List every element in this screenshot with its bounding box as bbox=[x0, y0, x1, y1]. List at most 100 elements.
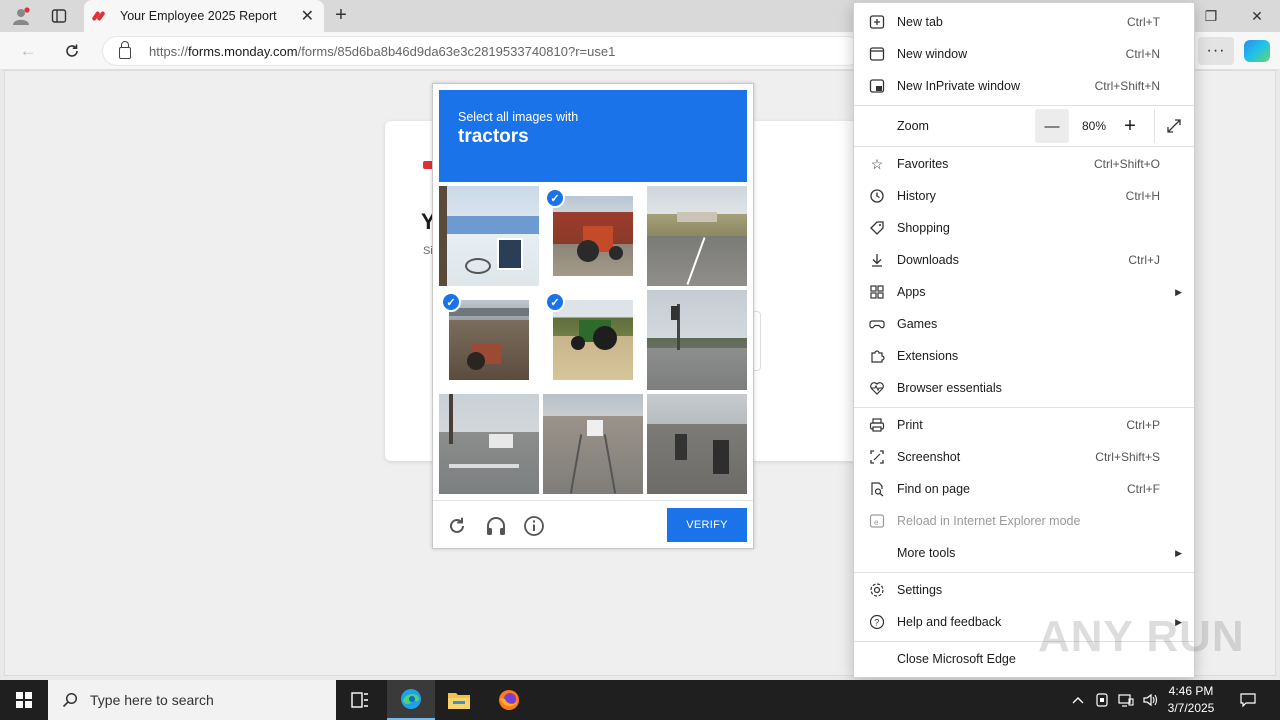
captcha-target: tractors bbox=[458, 126, 529, 147]
browser-tab[interactable]: Your Employee 2025 Report ✕ bbox=[84, 0, 324, 32]
screenshot-icon bbox=[868, 448, 886, 466]
task-view-icon[interactable] bbox=[336, 680, 384, 720]
menu-apps[interactable]: Apps ▶ bbox=[854, 276, 1194, 308]
menu-favorites[interactable]: ☆ Favorites Ctrl+Shift+O bbox=[854, 148, 1194, 180]
submenu-arrow-icon: ▶ bbox=[1175, 547, 1182, 558]
search-icon bbox=[62, 692, 78, 708]
menu-separator bbox=[854, 105, 1194, 106]
apps-icon bbox=[868, 283, 886, 301]
captcha-divider bbox=[433, 500, 753, 501]
search-placeholder: Type here to search bbox=[90, 692, 214, 708]
menu-more-tools[interactable]: More tools ▶ bbox=[854, 537, 1194, 569]
settings-and-more-button[interactable]: ··· bbox=[1198, 37, 1234, 65]
notifications-icon[interactable] bbox=[1234, 680, 1262, 720]
menu-downloads[interactable]: Downloads Ctrl+J bbox=[854, 244, 1194, 276]
menu-new-tab[interactable]: New tab Ctrl+T bbox=[854, 6, 1194, 38]
windows-logo-icon bbox=[16, 692, 32, 708]
menu-new-window[interactable]: New window Ctrl+N bbox=[854, 38, 1194, 70]
menu-extensions[interactable]: Extensions bbox=[854, 340, 1194, 372]
zoom-out-button[interactable]: — bbox=[1035, 109, 1069, 143]
system-clock[interactable]: 4:46 PM 3/7/2025 bbox=[1160, 683, 1222, 717]
gear-icon bbox=[868, 581, 886, 599]
monday-favicon-icon bbox=[91, 9, 108, 23]
ie-mode-icon: e bbox=[868, 512, 886, 530]
captcha-tile-6[interactable] bbox=[647, 290, 747, 390]
clock-date: 3/7/2025 bbox=[1167, 701, 1215, 715]
tab-title: Your Employee 2025 Report bbox=[120, 9, 277, 23]
captcha-tile-9[interactable] bbox=[647, 394, 747, 494]
menu-new-inprivate-window[interactable]: New InPrivate window Ctrl+Shift+N bbox=[854, 70, 1194, 102]
lock-icon[interactable] bbox=[119, 41, 131, 59]
fullscreen-icon[interactable] bbox=[1154, 109, 1192, 143]
captcha-tile-7[interactable] bbox=[439, 394, 539, 494]
favorites-icon: ☆ bbox=[870, 155, 884, 172]
menu-reload-ie-mode: e Reload in Internet Explorer mode bbox=[854, 505, 1194, 537]
show-hidden-icons[interactable] bbox=[1068, 680, 1088, 720]
submenu-arrow-icon: ▶ bbox=[1175, 286, 1182, 297]
menu-separator bbox=[854, 146, 1194, 147]
volume-icon[interactable] bbox=[1140, 680, 1160, 720]
clock-time: 4:46 PM bbox=[1168, 684, 1214, 698]
selected-check-icon: ✓ bbox=[441, 292, 461, 312]
close-window-button[interactable]: ✕ bbox=[1234, 0, 1280, 32]
selected-check-icon: ✓ bbox=[545, 188, 565, 208]
printer-icon bbox=[868, 416, 886, 434]
download-icon bbox=[868, 251, 886, 269]
firefox-icon[interactable] bbox=[485, 680, 533, 720]
refresh-button[interactable] bbox=[58, 38, 86, 64]
taskbar: Type here to search 4:46 PM 3/7/2025 bbox=[0, 680, 1280, 720]
device-icon[interactable] bbox=[1092, 680, 1112, 720]
audio-challenge-icon[interactable] bbox=[484, 514, 508, 538]
captcha-challenge: Select all images with tractors ✓ ✓ ✓ VE… bbox=[432, 83, 754, 549]
captcha-header: Select all images with tractors bbox=[439, 90, 747, 182]
start-button[interactable] bbox=[0, 680, 48, 720]
svg-text:e: e bbox=[874, 518, 879, 527]
menu-separator bbox=[854, 572, 1194, 573]
new-tab-icon bbox=[868, 13, 886, 31]
captcha-tile-5[interactable]: ✓ bbox=[543, 290, 643, 390]
menu-settings[interactable]: Settings bbox=[854, 574, 1194, 606]
zoom-in-button[interactable]: + bbox=[1113, 109, 1147, 143]
new-tab-button[interactable]: + bbox=[330, 5, 352, 27]
svg-text:?: ? bbox=[874, 618, 879, 628]
anyrun-watermark: ANY RUN bbox=[1038, 612, 1245, 661]
shopping-tag-icon bbox=[868, 219, 886, 237]
settings-and-more-menu: New tab Ctrl+T New window Ctrl+N New InPri… bbox=[853, 2, 1195, 678]
games-icon bbox=[868, 315, 886, 333]
menu-find-on-page[interactable]: Find on page Ctrl+F bbox=[854, 473, 1194, 505]
captcha-tile-2[interactable]: ✓ bbox=[543, 186, 643, 286]
verify-button[interactable]: VERIFY bbox=[667, 508, 747, 542]
address-bar[interactable]: https://forms.monday.com/forms/85d6ba8b4… bbox=[102, 36, 862, 66]
captcha-instruction: Select all images with bbox=[458, 110, 579, 124]
menu-history[interactable]: History Ctrl+H bbox=[854, 180, 1194, 212]
network-icon[interactable] bbox=[1116, 680, 1136, 720]
copilot-icon[interactable] bbox=[1244, 40, 1270, 62]
menu-separator bbox=[854, 407, 1194, 408]
profile-icon[interactable] bbox=[8, 4, 34, 28]
file-explorer-icon[interactable] bbox=[435, 680, 483, 720]
selected-check-icon: ✓ bbox=[545, 292, 565, 312]
menu-shopping[interactable]: Shopping bbox=[854, 212, 1194, 244]
new-window-icon bbox=[868, 45, 886, 63]
menu-print[interactable]: Print Ctrl+P bbox=[854, 409, 1194, 441]
find-icon bbox=[868, 480, 886, 498]
captcha-tile-8[interactable] bbox=[543, 394, 643, 494]
url-text: https://forms.monday.com/forms/85d6ba8b4… bbox=[149, 43, 616, 59]
menu-games[interactable]: Games bbox=[854, 308, 1194, 340]
back-button[interactable]: ← bbox=[14, 38, 42, 64]
heart-pulse-icon bbox=[868, 379, 886, 397]
menu-browser-essentials[interactable]: Browser essentials bbox=[854, 372, 1194, 404]
menu-screenshot[interactable]: Screenshot Ctrl+Shift+S bbox=[854, 441, 1194, 473]
tab-actions-icon[interactable] bbox=[46, 4, 72, 28]
inprivate-icon bbox=[868, 77, 886, 95]
captcha-tile-1[interactable] bbox=[439, 186, 539, 286]
tab-close-icon[interactable]: ✕ bbox=[301, 6, 314, 26]
info-icon[interactable] bbox=[522, 514, 546, 538]
history-icon bbox=[868, 187, 886, 205]
zoom-value: 80% bbox=[1081, 119, 1107, 133]
edge-taskbar-icon[interactable] bbox=[387, 680, 435, 720]
captcha-tile-3[interactable] bbox=[647, 186, 747, 286]
refresh-challenge-icon[interactable] bbox=[445, 514, 469, 538]
captcha-tile-4[interactable]: ✓ bbox=[439, 290, 539, 390]
taskbar-search[interactable]: Type here to search bbox=[48, 680, 336, 720]
